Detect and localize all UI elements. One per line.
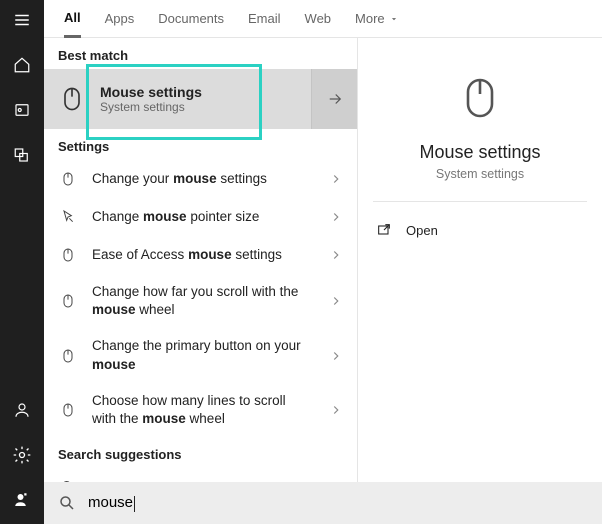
settings-item-text: Change mouse pointer size (92, 208, 315, 226)
chevron-right-icon (329, 349, 343, 363)
settings-item-text: Choose how many lines to scroll with the… (92, 392, 315, 428)
chevron-right-icon (329, 210, 343, 224)
mouse-icon (58, 85, 86, 113)
tab-all[interactable]: All (64, 10, 81, 38)
chevron-right-icon (329, 172, 343, 186)
settings-item[interactable]: Change the primary button on your mouse (44, 328, 357, 382)
chevron-right-icon (329, 248, 343, 262)
results-list: Best match Mouse settings System setting… (44, 38, 357, 482)
mouse-icon (58, 400, 78, 420)
mouse-icon (58, 169, 78, 189)
settings-item-text: Change the primary button on your mouse (92, 337, 315, 373)
tab-apps[interactable]: Apps (105, 11, 135, 36)
settings-item[interactable]: Ease of Access mouse settings (44, 236, 357, 274)
arrow-right-icon (326, 90, 344, 108)
open-label: Open (406, 223, 438, 238)
mouse-icon (456, 74, 504, 122)
section-settings: Settings (44, 129, 357, 160)
search-bar: mouse (44, 482, 602, 524)
best-match-result[interactable]: Mouse settings System settings (44, 69, 357, 129)
mouse-icon (58, 346, 78, 366)
home-icon[interactable] (10, 53, 34, 77)
chevron-right-icon (329, 294, 343, 308)
settings-item-text: Ease of Access mouse settings (92, 246, 315, 264)
open-action[interactable]: Open (376, 222, 438, 238)
filter-tabs: All Apps Documents Email Web More (44, 0, 602, 38)
settings-item[interactable]: Change how far you scroll with the mouse… (44, 274, 357, 328)
mouse-icon (58, 291, 78, 311)
chevron-right-icon (329, 403, 343, 417)
account-icon[interactable] (10, 398, 34, 422)
mouse-icon (58, 245, 78, 265)
section-suggestions: Search suggestions (44, 437, 357, 468)
tab-web[interactable]: Web (305, 11, 332, 36)
search-suggestion[interactable]: mouse - See web results (44, 468, 357, 482)
divider (373, 201, 588, 202)
settings-item-text: Change how far you scroll with the mouse… (92, 283, 315, 319)
chevron-down-icon (389, 14, 399, 24)
detail-pane: Mouse settings System settings Open (357, 38, 602, 482)
settings-item[interactable]: Change your mouse settings (44, 160, 357, 198)
best-match-expand[interactable] (311, 69, 357, 129)
search-input[interactable]: mouse (88, 494, 135, 511)
menu-icon[interactable] (10, 8, 34, 32)
section-best-match: Best match (44, 38, 357, 69)
tab-more[interactable]: More (355, 11, 399, 36)
settings-item-text: Change your mouse settings (92, 170, 315, 188)
settings-item[interactable]: Choose how many lines to scroll with the… (44, 383, 357, 437)
search-panel: All Apps Documents Email Web More Best m… (44, 0, 602, 524)
gear-icon[interactable] (10, 443, 34, 467)
best-match-container: Mouse settings System settings (44, 69, 357, 129)
taskbar-sidebar (0, 0, 44, 524)
detail-title: Mouse settings (419, 142, 540, 163)
collection-icon[interactable] (10, 98, 34, 122)
tab-more-label: More (355, 11, 385, 26)
search-icon (58, 494, 76, 512)
person-pin-icon[interactable] (10, 488, 34, 512)
tab-documents[interactable]: Documents (158, 11, 224, 36)
settings-item[interactable]: Change mouse pointer size (44, 198, 357, 236)
tab-email[interactable]: Email (248, 11, 281, 36)
open-icon (376, 222, 392, 238)
best-match-title: Mouse settings (100, 84, 202, 100)
pointer-icon (58, 207, 78, 227)
detail-subtitle: System settings (436, 167, 524, 181)
library-icon[interactable] (10, 143, 34, 167)
best-match-subtitle: System settings (100, 100, 202, 114)
